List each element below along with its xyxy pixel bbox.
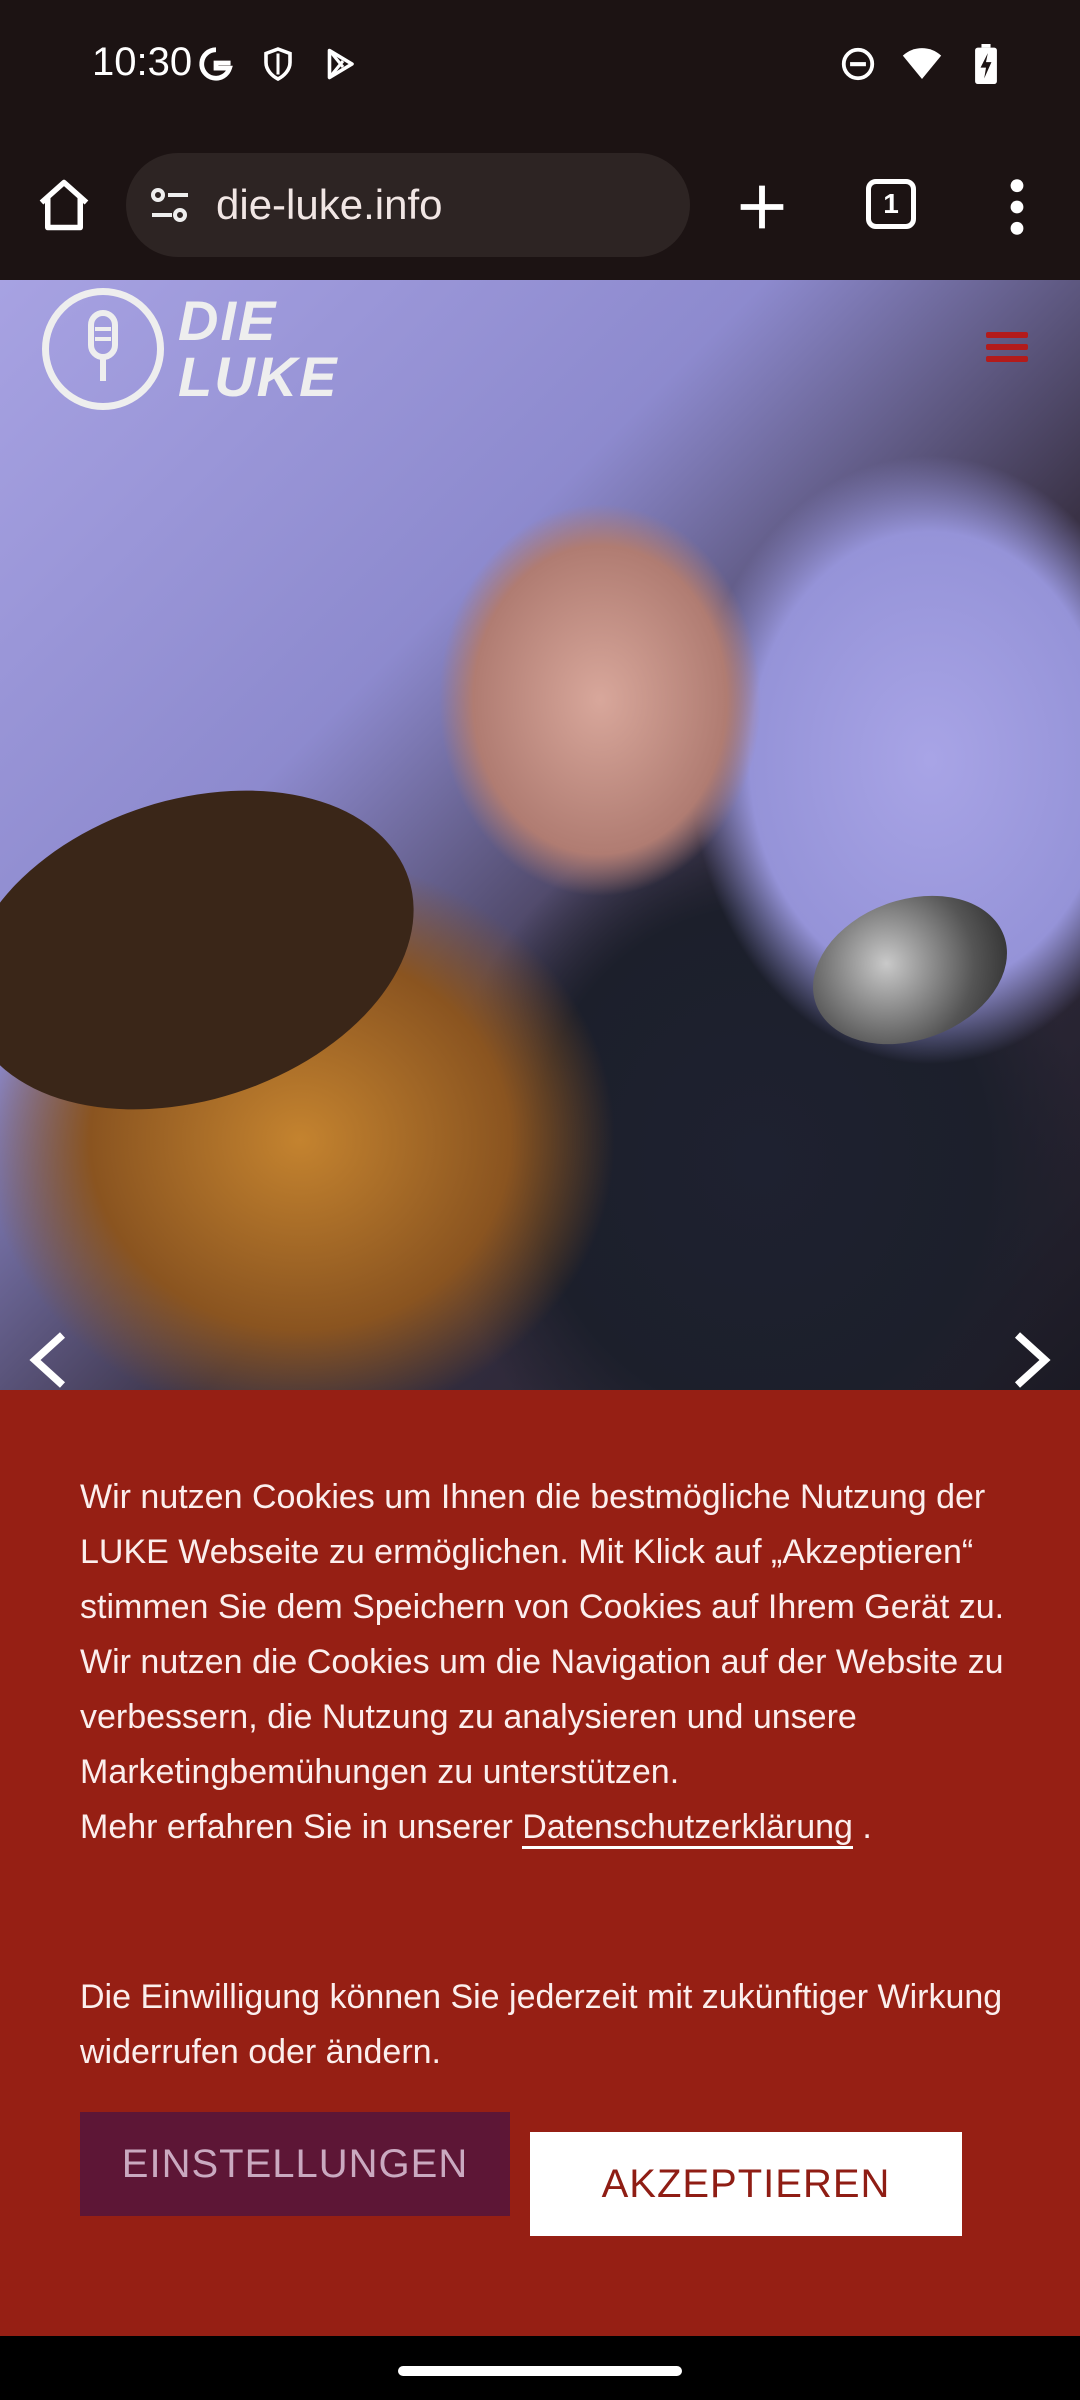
cookie-more-info: Mehr erfahren Sie in unserer Datenschutz… [80,1800,1010,1855]
cookie-more-suffix: . [852,1808,872,1846]
site-settings-icon[interactable] [146,181,194,229]
privacy-policy-link[interactable]: Datenschutzerklärung [522,1808,853,1849]
accept-button[interactable]: AKZEPTIEREN [530,2132,962,2236]
cookie-paragraph-1: Wir nutzen Cookies um Ihnen die bestmögl… [80,1478,1005,1626]
google-g-icon [196,44,236,84]
do-not-disturb-icon [838,44,878,84]
site-logo[interactable]: DIE LUKE [42,288,338,410]
cookie-text: Wir nutzen Cookies um Ihnen die bestmögl… [80,1470,1010,1855]
microphone-image [792,870,1028,1070]
url-text[interactable]: die-luke.info [216,181,442,229]
microphone-logo-icon [42,288,164,410]
address-bar[interactable]: die-luke.info [126,153,690,257]
browser-toolbar: die-luke.info 1 [0,135,1080,280]
tab-switcher-button[interactable]: 1 [866,179,916,229]
home-button[interactable] [34,175,94,235]
status-time: 10:30 [92,40,193,84]
wifi-icon [902,44,942,84]
play-store-icon [320,44,360,84]
slider-prev-arrow-icon[interactable] [20,1330,80,1390]
settings-button[interactable]: EINSTELLUNGEN [80,2112,510,2216]
cookie-banner: Wir nutzen Cookies um Ihnen die bestmögl… [0,1390,1080,2336]
slider-next-arrow-icon[interactable] [1000,1330,1060,1390]
status-bar: 10:30 [0,0,1080,135]
cookie-paragraph-3: Die Einwilligung können Sie jederzeit mi… [80,1978,1003,2071]
new-tab-button[interactable] [730,175,794,239]
logo-line-2: LUKE [178,345,339,408]
hero-slider: DIE LUKE [0,280,1080,1390]
more-options-icon[interactable] [1000,175,1034,239]
logo-line-1: DIE [178,289,278,352]
shield-icon [258,44,298,84]
cookie-more-prefix: Mehr erfahren Sie in unserer [80,1808,523,1846]
hamburger-menu-icon[interactable] [986,332,1028,366]
battery-charging-icon [966,44,1006,84]
home-gesture-handle[interactable] [398,2366,682,2376]
cookie-paragraph-2: Wir nutzen die Cookies um die Navigation… [80,1643,1004,1791]
hero-image-shape [0,736,456,1164]
